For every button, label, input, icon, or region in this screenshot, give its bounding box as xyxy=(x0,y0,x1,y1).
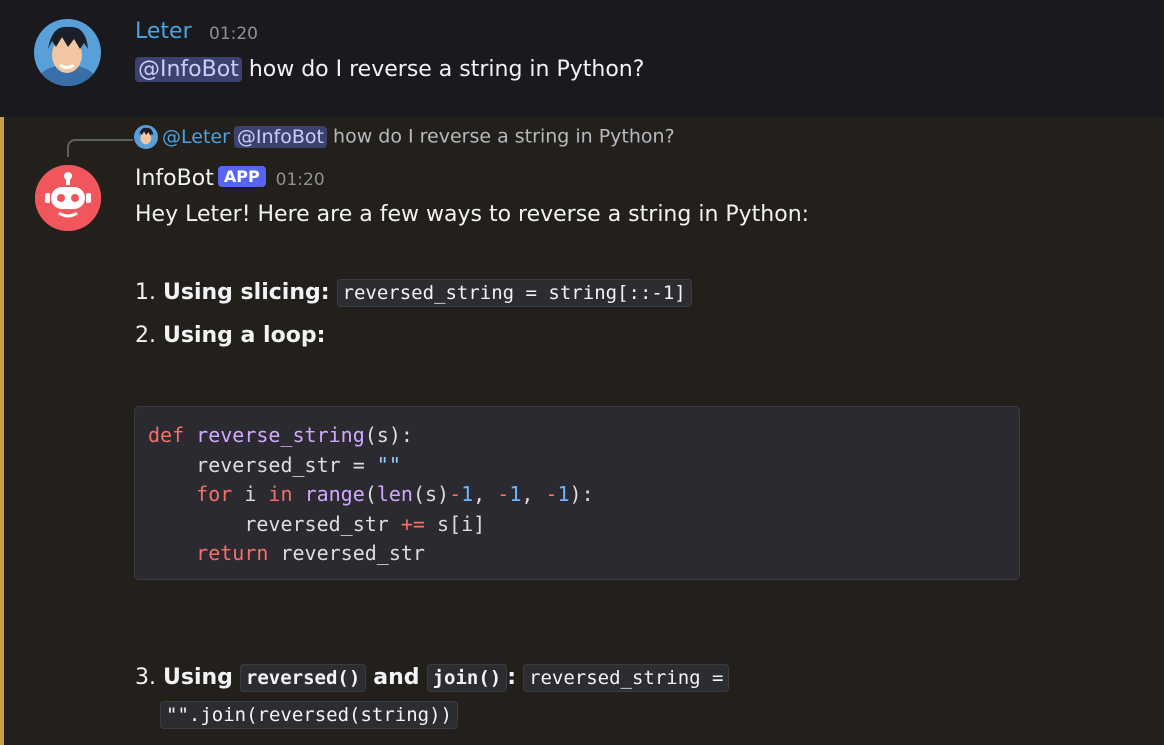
reply-author[interactable]: @Leter xyxy=(162,126,230,148)
mention-infobot[interactable]: @InfoBot xyxy=(135,57,242,82)
app-badge: APP xyxy=(217,166,266,187)
message-timestamp: 01:20 xyxy=(209,24,258,44)
code-line-1: def reverse_string(s): xyxy=(148,423,413,447)
reply-avatar xyxy=(134,125,158,149)
message-author[interactable]: InfoBot xyxy=(135,166,214,191)
list-label: Using xyxy=(162,665,233,690)
message-intro: Hey Leter! Here are a few ways to revers… xyxy=(135,202,810,227)
message-bot: @Leter @InfoBot how do I reverse a string… xyxy=(0,117,1164,745)
reply-text: how do I reverse a string in Python? xyxy=(333,125,675,148)
code-line-3: for i in range(len(s)-1, -1, -1): xyxy=(196,482,594,507)
message-timestamp: 01:20 xyxy=(275,170,325,190)
message-author[interactable]: Leter xyxy=(135,19,192,44)
message-user: Leter 01:20 @InfoBot how do I reverse a … xyxy=(0,0,1164,117)
reply-connector xyxy=(67,139,133,157)
list-number: 3. xyxy=(135,665,163,690)
list-item-3-continued: "".join(reversed(string)) xyxy=(160,701,458,729)
code-block[interactable]: def reverse_string(s): reversed_str = ""… xyxy=(134,406,1020,580)
list-label: : xyxy=(507,665,517,690)
message-text: how do I reverse a string in Python? xyxy=(248,57,645,82)
code-line-4: reversed_str += s[i] xyxy=(148,511,486,536)
reply-mention[interactable]: @InfoBot xyxy=(233,125,327,148)
reply-reference[interactable]: @Leter @InfoBot how do I reverse a string… xyxy=(134,125,675,149)
user-avatar[interactable] xyxy=(34,19,101,86)
inline-code: "".join(reversed(string)) xyxy=(160,701,458,729)
inline-code: join() xyxy=(426,664,508,692)
list-label: Using a loop: xyxy=(162,323,326,348)
inline-code: reversed_string = xyxy=(523,664,730,692)
list-item-2: 2. Using a loop: xyxy=(135,323,325,348)
bot-avatar-icon[interactable] xyxy=(35,165,101,231)
inline-code: reversed() xyxy=(239,664,367,692)
code-line-2: reversed_str = "" xyxy=(148,452,401,477)
mention-highlight-bar xyxy=(0,117,4,745)
list-label: and xyxy=(373,665,420,690)
list-number: 2. xyxy=(135,323,163,348)
code-line-5: return reversed_str xyxy=(196,541,425,566)
inline-code: reversed_string = string[::-1] xyxy=(336,279,692,307)
list-item-1: 1. Using slicing: reversed_string = stri… xyxy=(135,279,692,307)
list-number: 1. xyxy=(135,280,163,305)
bot-header: InfoBot APP 01:20 xyxy=(135,166,325,191)
list-item-3: 3. Using reversed() and join(): reversed… xyxy=(135,664,730,692)
message-content: @InfoBot how do I reverse a string in Py… xyxy=(135,57,644,82)
list-label: Using slicing: xyxy=(162,280,330,305)
